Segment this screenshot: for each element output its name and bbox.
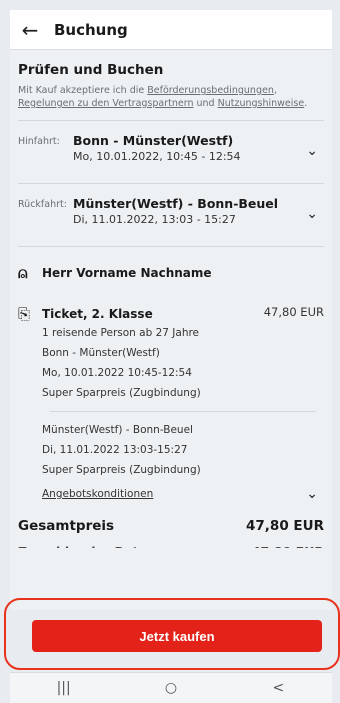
recent-apps-icon[interactable]: ||| bbox=[24, 680, 104, 696]
partners-link[interactable]: Regelungen zu den Vertragspartnern bbox=[18, 98, 194, 109]
app-header: ← Buchung bbox=[10, 10, 332, 50]
nav-back-icon[interactable]: < bbox=[238, 680, 318, 696]
journey-time: Di, 11.01.2022, 13:03 - 15:27 bbox=[73, 213, 236, 226]
ticket-ret-fare: Super Sparpreis (Zugbindung) bbox=[42, 464, 201, 476]
chevron-down-icon[interactable]: ⌄ bbox=[306, 143, 318, 159]
ticket-price: 47,80 EUR bbox=[263, 305, 324, 319]
chevron-down-icon[interactable]: ⌄ bbox=[306, 206, 318, 222]
journey-outbound[interactable]: Hinfahrt: Bonn - Münster(Westf) Mo, 10.0… bbox=[10, 121, 332, 183]
offer-conditions-link[interactable]: Angebotskonditionen bbox=[42, 488, 153, 500]
journey-label: Hinfahrt: bbox=[18, 136, 60, 147]
back-arrow-icon[interactable]: ← bbox=[10, 10, 50, 50]
traveller-name: Herr Vorname Nachname bbox=[42, 266, 212, 280]
page-title: Buchung bbox=[54, 20, 128, 39]
traveller-row: ⍝ Herr Vorname Nachname bbox=[10, 247, 332, 293]
ticket-ret-time: Di, 11.01.2022 13:03-15:27 bbox=[42, 444, 188, 456]
journey-label: Rückfahrt: bbox=[18, 199, 67, 210]
ticket-block: ⎘ Ticket, 2. Klasse 47,80 EUR 1 reisende… bbox=[10, 293, 332, 480]
divider bbox=[50, 411, 316, 412]
conditions-link[interactable]: Beförderungsbedingungen bbox=[147, 85, 274, 96]
ticket-ret-route: Münster(Westf) - Bonn-Beuel bbox=[42, 424, 193, 436]
amount-due-label: Zu zahlender Betrag bbox=[18, 544, 162, 548]
buy-now-button[interactable]: Jetzt kaufen bbox=[32, 620, 322, 652]
amount-due-value: 47,80 EUR bbox=[252, 544, 324, 548]
android-nav-bar: ||| ○ < bbox=[10, 672, 332, 703]
conditions-row[interactable]: Angebotskonditionen ⌄ bbox=[10, 484, 332, 504]
notice-prefix: Mit Kauf akzeptiere ich die bbox=[18, 85, 148, 96]
notice-and: und bbox=[193, 98, 218, 109]
terms-notice: Mit Kauf akzeptiere ich die Beförderungs… bbox=[10, 82, 332, 120]
journey-time: Mo, 10.01.2022, 10:45 - 12:54 bbox=[73, 150, 241, 163]
ticket-icon: ⎘ bbox=[18, 305, 31, 323]
total-row: Gesamtpreis 47,80 EUR bbox=[10, 504, 332, 534]
ticket-out-fare: Super Sparpreis (Zugbindung) bbox=[42, 387, 201, 399]
chevron-down-icon[interactable]: ⌄ bbox=[306, 486, 318, 502]
amount-due-row: Zu zahlender Betrag 47,80 EUR bbox=[10, 534, 332, 548]
total-label: Gesamtpreis bbox=[18, 518, 115, 534]
person-icon: ⍝ bbox=[18, 263, 28, 282]
ticket-out-time: Mo, 10.01.2022 10:45-12:54 bbox=[42, 367, 192, 379]
journey-route: Münster(Westf) - Bonn-Beuel bbox=[73, 196, 279, 211]
notice-sep: , bbox=[273, 85, 277, 96]
journey-return[interactable]: Rückfahrt: Münster(Westf) - Bonn-Beuel D… bbox=[10, 184, 332, 246]
ticket-title: Ticket, 2. Klasse bbox=[42, 307, 153, 321]
booking-content[interactable]: Prüfen und Buchen Mit Kauf akzeptiere ic… bbox=[10, 50, 332, 610]
usage-notes-link[interactable]: Nutzungshinweise bbox=[218, 98, 305, 109]
review-title: Prüfen und Buchen bbox=[18, 62, 164, 78]
journey-route: Bonn - Münster(Westf) bbox=[73, 133, 234, 148]
app-frame: ← Buchung Prüfen und Buchen Mit Kauf akz… bbox=[0, 0, 340, 703]
ticket-passenger: 1 reisende Person ab 27 Jahre bbox=[42, 327, 200, 339]
total-value: 47,80 EUR bbox=[246, 518, 324, 534]
buy-area: Jetzt kaufen bbox=[0, 598, 340, 678]
home-icon[interactable]: ○ bbox=[131, 680, 211, 696]
ticket-out-route: Bonn - Münster(Westf) bbox=[42, 347, 160, 359]
notice-end: . bbox=[304, 98, 308, 109]
